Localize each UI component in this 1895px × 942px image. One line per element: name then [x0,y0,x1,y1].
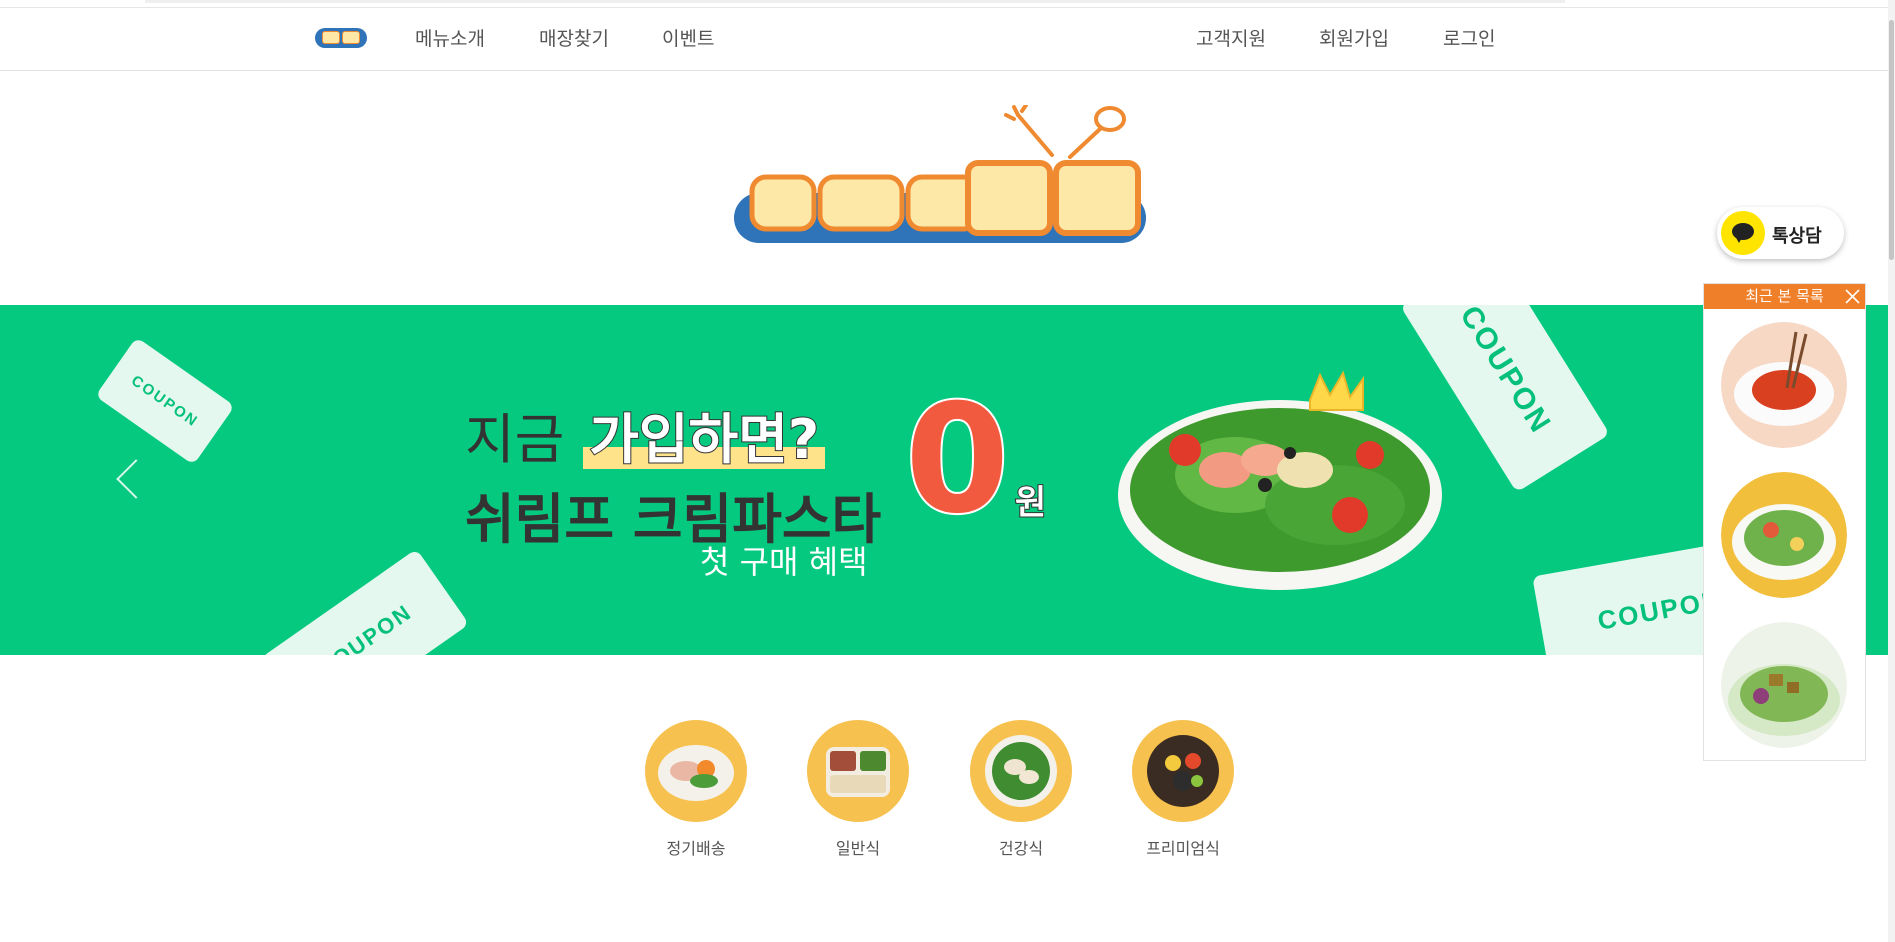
banner-headline-1: 지금 가입하면? [465,395,825,474]
nav-customer-support[interactable]: 고객지원 [1196,24,1266,51]
logo-lettering-right [965,160,1141,236]
banner-subtext: 첫 구매 혜택 [700,543,868,581]
category-label: 프리미엄식 [1146,839,1220,858]
category-label: 정기배송 [666,839,726,858]
lunchbox-icon [826,747,890,797]
recently-viewed-panel: 최근 본 목록 [1703,283,1866,761]
banner-price: 0 [903,373,1011,547]
nav-signup[interactable]: 회원가입 [1319,24,1389,51]
top-strip-inner [145,0,1565,3]
category-image [807,720,909,822]
plate-icon [658,745,734,801]
category-image [1132,720,1234,822]
banner-prev-arrow[interactable] [116,459,156,499]
salad-image [1721,472,1847,598]
category-premium[interactable]: 프리미엄식 [1123,720,1243,859]
nav-store-finder[interactable]: 매장찾기 [539,24,609,51]
category-healthy[interactable]: 건강식 [961,720,1081,859]
talk-consult-label: 톡상담 [1772,226,1822,247]
category-label: 일반식 [835,839,881,858]
logo-lettering-left [749,174,981,232]
salad-bowl-icon [985,735,1057,807]
fork-spoon-icon [1004,105,1126,159]
close-icon[interactable] [1844,288,1861,305]
headline-prefix: 지금 [465,408,565,471]
premium-bowl-icon [1147,735,1219,807]
coupon-ticket: COUPON [260,548,470,655]
promo-banner[interactable]: COUPON COUPON COUPON COUPON 지금 가입하면? 쉬림프… [0,305,1888,655]
page-scrollbar-thumb[interactable] [1889,20,1894,260]
banner-price-unit: 원 [1014,482,1047,524]
green-salad-image [1721,622,1847,748]
salad-image [1118,370,1442,590]
category-image [645,720,747,822]
category-label: 건강식 [998,839,1044,858]
nav-logo-block-left [322,31,340,44]
category-image [970,720,1072,822]
recent-item-green-salad[interactable] [1721,622,1847,748]
recent-item-pasta[interactable] [1721,322,1847,448]
chat-bubble-icon [1721,211,1765,255]
pasta-image [1721,322,1847,448]
top-strip [0,0,1895,8]
nav-logo[interactable] [315,28,367,48]
nav-event[interactable]: 이벤트 [662,24,714,51]
category-subscription[interactable]: 정기배송 [636,720,756,859]
recent-item-salad[interactable] [1721,472,1847,598]
talk-consult-button[interactable]: 톡상담 [1717,207,1844,259]
coupon-ticket: COUPON [95,337,235,465]
top-nav: 메뉴소개 매장찾기 이벤트 고객지원 회원가입 로그인 [0,8,1895,71]
nav-login[interactable]: 로그인 [1443,24,1495,51]
nav-logo-block-right [342,31,360,44]
nav-menu-intro[interactable]: 메뉴소개 [415,24,485,51]
category-regular[interactable]: 일반식 [798,720,918,859]
recently-viewed-title: 최근 본 목록 [1704,284,1865,309]
headline-highlight: 가입하면? [583,407,825,472]
brand-logo[interactable] [730,105,1150,245]
